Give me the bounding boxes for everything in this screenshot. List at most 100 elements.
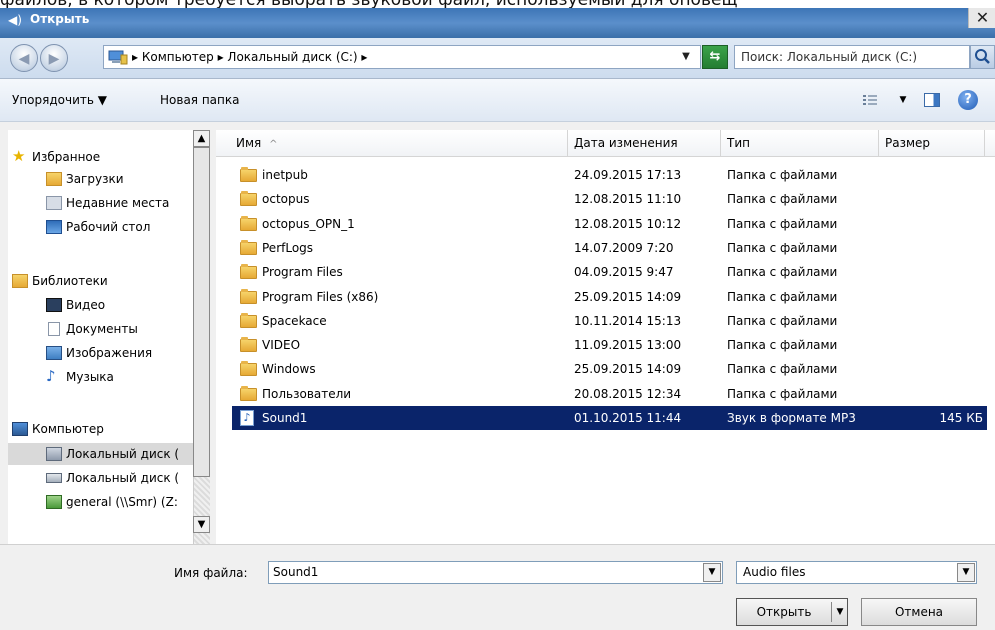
navigation-bar: ◀ ▶ ▸ Компьютер ▸ Локальный диск (C:) ▸ … <box>0 38 995 79</box>
file-name: PerfLogs <box>262 240 314 255</box>
filetype-select[interactable]: Audio files <box>736 561 977 584</box>
forward-button[interactable]: ▶ <box>40 44 68 72</box>
folder-icon <box>240 239 257 255</box>
filename-input[interactable]: Sound1 <box>268 561 723 584</box>
new-folder-button[interactable]: Новая папка <box>160 79 239 121</box>
file-name: octopus_OPN_1 <box>262 216 355 231</box>
column-header-row: Имя ^ Дата изменения Тип Размер <box>216 130 995 157</box>
split-divider <box>831 602 832 622</box>
views-icon[interactable] <box>862 93 878 107</box>
preview-pane-icon[interactable] <box>924 93 940 107</box>
open-label: Открыть <box>756 605 812 619</box>
table-row[interactable]: octopus_OPN_1 12.08.2015 10:12 Папка с фай… <box>232 212 987 236</box>
address-dropdown-icon[interactable]: ▼ <box>676 47 696 67</box>
window-title: Открыть <box>30 12 90 26</box>
file-list: Имя ^ Дата изменения Тип Размер inetpub 2… <box>216 130 995 544</box>
folder-icon <box>240 191 257 207</box>
speaker-icon: ◀) <box>8 13 22 27</box>
nav-label: Загрузки <box>66 172 124 186</box>
file-type: Папка с файлами <box>727 168 838 182</box>
table-row[interactable]: octopus 12.08.2015 11:10 Папка с файлами <box>232 187 987 211</box>
refresh-icon[interactable]: ⇆ <box>702 45 728 69</box>
table-row[interactable]: VIDEO 11.09.2015 13:00 Папка с файлами <box>232 333 987 357</box>
computer-icon <box>12 422 28 436</box>
filetype-dropdown-icon[interactable]: ▼ <box>957 563 975 582</box>
filename-label: Имя файла: <box>174 566 248 580</box>
help-icon[interactable]: ? <box>958 90 978 110</box>
scrollbar-thumb[interactable] <box>193 147 210 477</box>
file-type: Папка с файлами <box>727 240 838 255</box>
music-icon: ♪ <box>46 367 56 385</box>
folder-icon <box>240 385 257 401</box>
file-name: VIDEO <box>262 338 301 353</box>
table-row[interactable]: Program Files 04.09.2015 9:47 Папка с файл… <box>232 260 987 284</box>
file-date: 25.09.2015 14:09 <box>574 289 682 304</box>
computer-icon <box>108 50 128 65</box>
drive-c-icon <box>46 447 62 461</box>
file-date: 11.09.2015 13:00 <box>574 338 682 353</box>
file-name: Spacekace <box>262 313 327 328</box>
star-icon: ★ <box>12 147 26 165</box>
search-input[interactable]: Поиск: Локальный диск (C:) <box>734 45 970 69</box>
file-name: Program Files <box>262 265 343 280</box>
video-icon <box>46 298 62 312</box>
file-date: 12.08.2015 10:12 <box>574 216 682 231</box>
table-row[interactable]: PerfLogs 14.07.2009 7:20 Папка с файлами <box>232 236 987 260</box>
open-file-dialog: ◀) Открыть ✕ ◀ ▶ ▸ Компьютер ▸ Локальный… <box>0 8 995 630</box>
filename-dropdown-icon[interactable]: ▼ <box>703 563 721 582</box>
file-type: Звук в формате MP3 <box>727 411 856 425</box>
cancel-button[interactable]: Отмена <box>861 598 977 626</box>
open-dropdown-icon[interactable]: ▼ <box>833 599 847 625</box>
file-type: Папка с файлами <box>727 216 838 231</box>
network-drive-icon <box>46 495 62 509</box>
file-type: Папка с файлами <box>727 289 838 304</box>
file-type: Папка с файлами <box>727 265 838 280</box>
file-date: 10.11.2014 15:13 <box>574 313 682 328</box>
table-row[interactable]: ♪ Sound1 01.10.2015 11:44 Звук в формате MP… <box>232 406 987 430</box>
recent-places-icon <box>46 196 62 210</box>
table-row[interactable]: Windows 25.09.2015 14:09 Папка с файлами <box>232 357 987 381</box>
nav-label: Локальный диск ( <box>66 471 180 485</box>
desktop-icon <box>46 220 62 234</box>
table-row[interactable]: Program Files (x86) 25.09.2015 14:09 Папка… <box>232 285 987 309</box>
documents-icon <box>48 322 60 336</box>
close-button[interactable]: ✕ <box>968 8 995 28</box>
dialog-footer: Имя файла: Sound1 ▼ Audio files ▼ Открыт… <box>0 544 995 630</box>
views-dropdown-icon[interactable]: ▼ <box>896 93 910 107</box>
command-toolbar: Упорядочить ▼ Новая папка ▼ ? <box>0 79 995 122</box>
file-name: Windows <box>262 362 316 377</box>
file-date: 25.09.2015 14:09 <box>574 362 682 377</box>
drive-d-icon <box>46 473 62 483</box>
column-header-size[interactable]: Размер <box>879 130 985 156</box>
file-date: 04.09.2015 9:47 <box>574 265 674 280</box>
scroll-up-icon[interactable]: ▲ <box>193 130 210 147</box>
folder-icon <box>240 288 257 304</box>
navigation-pane: ★ Избранное Загрузки Недавние места Рабо… <box>8 130 201 544</box>
nav-label: Видео <box>66 298 106 312</box>
column-header-date[interactable]: Дата изменения <box>568 130 721 156</box>
folder-icon <box>240 215 257 231</box>
file-name: inetpub <box>262 168 308 182</box>
images-icon <box>46 346 62 360</box>
search-icon[interactable] <box>970 45 995 69</box>
file-type: Папка с файлами <box>727 386 838 401</box>
title-bar: ◀) Открыть ✕ <box>0 8 995 38</box>
nav-label: Избранное <box>32 150 101 164</box>
column-header-type[interactable]: Тип <box>721 130 879 156</box>
file-date: 01.10.2015 11:44 <box>574 411 682 425</box>
nav-label: Музыка <box>66 370 114 384</box>
nav-label: Изображения <box>66 346 153 360</box>
open-button[interactable]: Открыть ▼ <box>736 598 848 626</box>
table-row[interactable]: Пользователи 20.08.2015 12:34 Папка с файл… <box>232 382 987 406</box>
file-type: Папка с файлами <box>727 338 838 353</box>
column-header-name[interactable]: Имя ^ <box>230 130 568 156</box>
scroll-down-icon[interactable]: ▼ <box>193 516 210 533</box>
back-button[interactable]: ◀ <box>10 44 38 72</box>
organize-button[interactable]: Упорядочить ▼ <box>12 79 107 121</box>
address-bar[interactable]: ▸ Компьютер ▸ Локальный диск (C:) ▸ <box>103 45 701 69</box>
page-caption: файлов, в котором требуется выбрать звук… <box>0 0 995 8</box>
table-row[interactable]: Spacekace 10.11.2014 15:13 Папка с файлами <box>232 309 987 333</box>
file-date: 24.09.2015 17:13 <box>574 168 682 182</box>
table-row[interactable]: inetpub 24.09.2015 17:13 Папка с файлами <box>232 163 987 187</box>
file-date: 20.08.2015 12:34 <box>574 386 682 401</box>
